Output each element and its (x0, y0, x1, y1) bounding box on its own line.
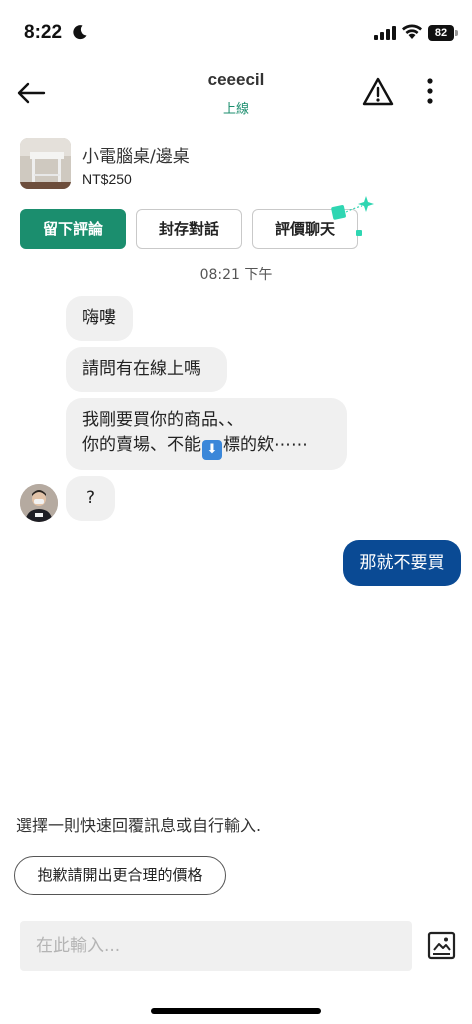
listing-price: NT$250 (82, 171, 132, 187)
incoming-message[interactable]: ? (66, 476, 115, 521)
quick-reply-chip[interactable]: 抱歉請開出更合理的價格 (14, 856, 226, 895)
contact-name[interactable]: ceeecil (0, 70, 472, 90)
message-text: 標的欸⋯⋯ (223, 435, 308, 455)
listing-title: 小電腦桌/邊桌 (82, 147, 190, 167)
wifi-icon (402, 24, 422, 39)
message-input[interactable] (20, 921, 412, 971)
message-text: 你的賣場、不能 (82, 435, 201, 455)
message-line: 我剛要買你的商品、、 (82, 410, 244, 430)
leave-review-button[interactable]: 留下評論 (20, 209, 126, 249)
message-line: 你的賣場、不能 ⬇ 標的欸⋯⋯ (82, 433, 331, 460)
home-indicator[interactable] (151, 1008, 321, 1014)
avatar-image (20, 484, 58, 522)
sparkle-icon (331, 196, 374, 236)
status-time: 8:22 (24, 22, 63, 43)
more-vertical-icon[interactable] (416, 76, 444, 108)
battery-icon: 82 (428, 25, 454, 41)
cellular-signal-icon (374, 26, 396, 40)
listing-card[interactable]: 小電腦桌/邊桌 NT$250 (20, 138, 440, 192)
contact-avatar[interactable] (20, 484, 58, 522)
contact-online-status: 上線 (222, 102, 249, 117)
warning-icon[interactable] (361, 76, 395, 108)
moon-icon (73, 25, 87, 40)
outgoing-message[interactable]: 那就不要買 (343, 540, 461, 586)
listing-thumbnail (20, 138, 71, 189)
quick-reply-hint: 選擇一則快速回覆訊息或自行輸入. (16, 816, 262, 835)
incoming-message[interactable]: 我剛要買你的商品、、 你的賣場、不能 ⬇ 標的欸⋯⋯ (66, 398, 347, 470)
battery-tip (455, 30, 458, 36)
desk-image (20, 138, 71, 189)
image-upload-icon[interactable] (427, 931, 456, 960)
chat-header: ceeecil 上線 (0, 66, 472, 126)
status-bar: 8:22 82 (0, 0, 472, 66)
message-timestamp: 08:21 下午 (199, 267, 273, 283)
down-arrow-emoji-icon: ⬇ (202, 440, 222, 460)
incoming-message[interactable]: 嗨嘍 (66, 296, 133, 341)
archive-chat-button[interactable]: 封存對話 (136, 209, 242, 249)
incoming-message[interactable]: 請問有在線上嗎 (66, 347, 227, 392)
